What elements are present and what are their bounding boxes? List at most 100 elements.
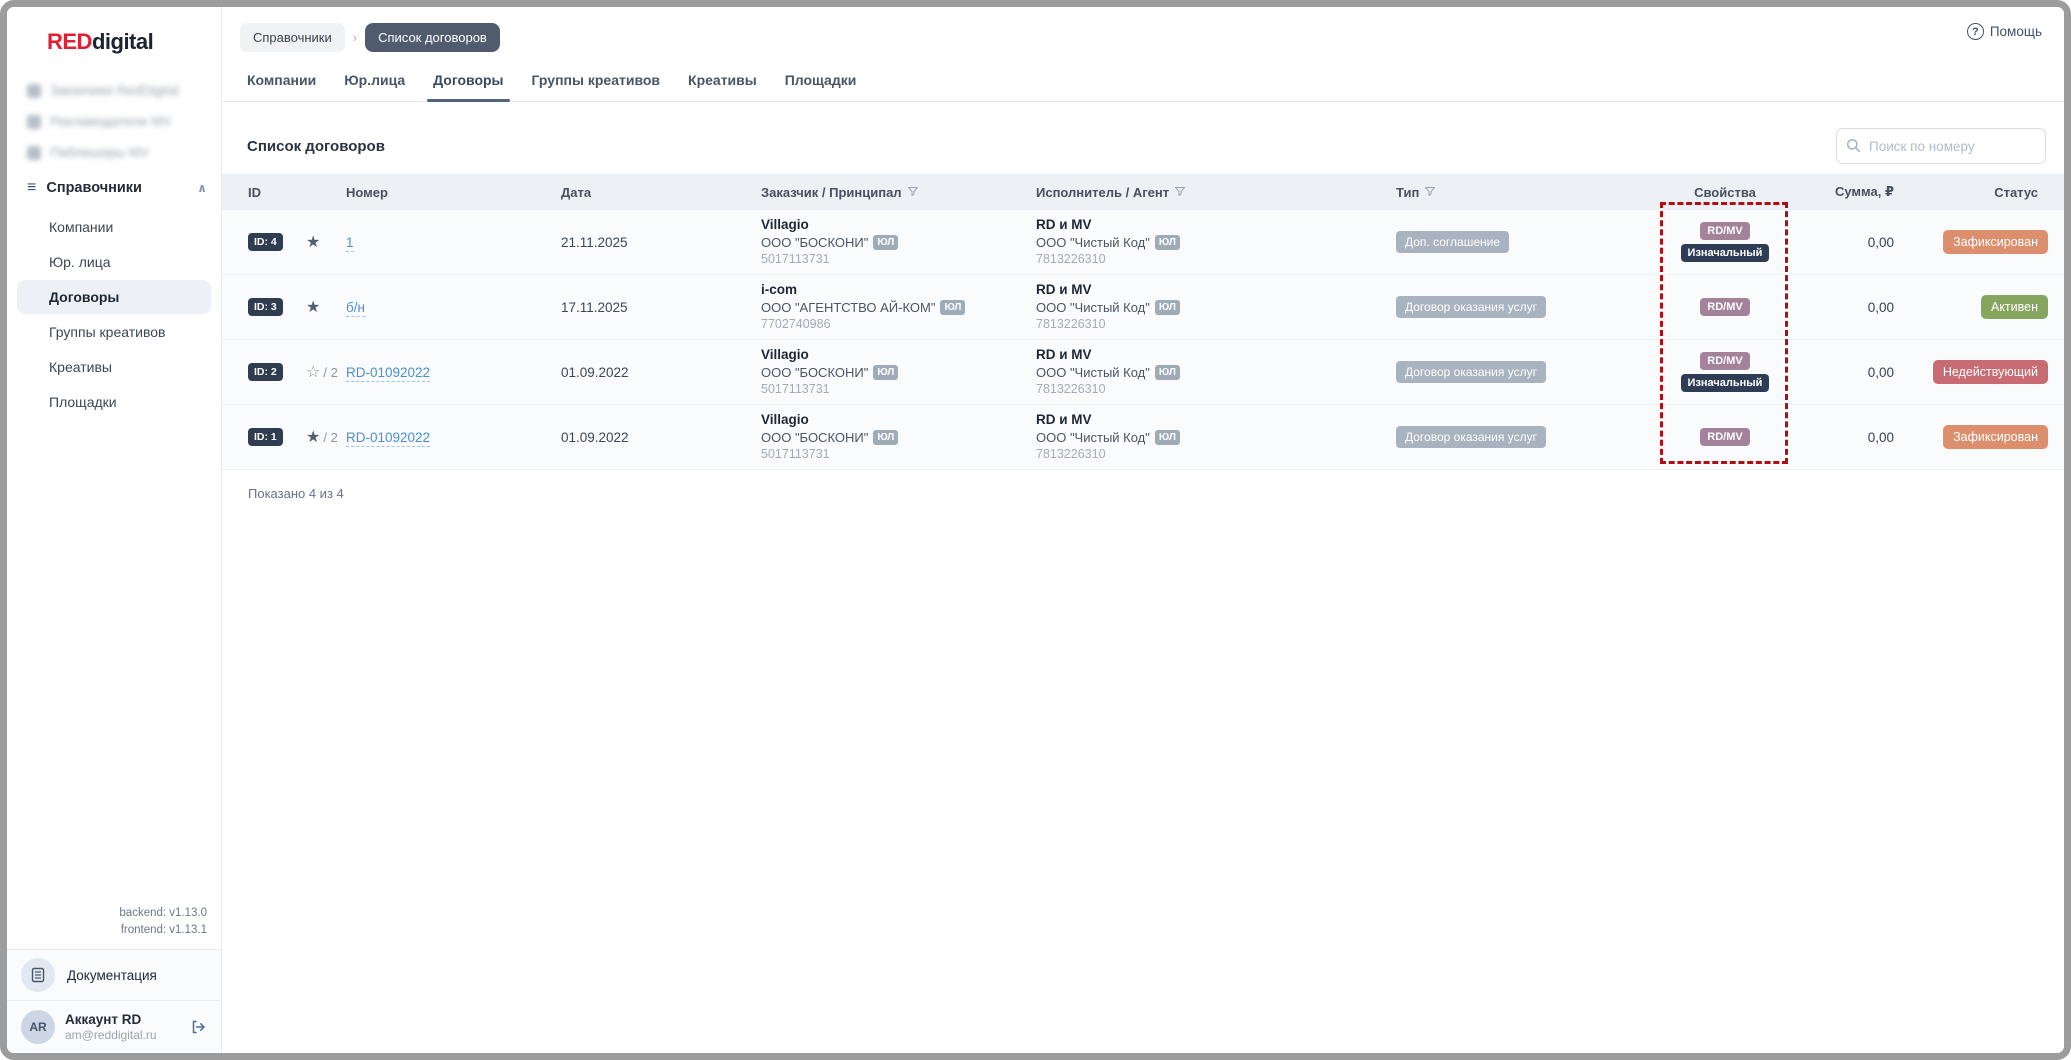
sidebar-item-blurred[interactable]: Заказчики RedDigital (7, 75, 221, 106)
cell-star: ★ (306, 232, 346, 252)
status-badge: Зафиксирован (1943, 230, 2048, 254)
legal-entity-tag: ЮЛ (940, 299, 966, 316)
version-line: backend: v1.13.0 (119, 906, 207, 919)
cell-id: ID: 2 (248, 363, 306, 381)
sidebar-item-креативы[interactable]: Креативы (17, 350, 211, 384)
table-row[interactable]: ID: 4 ★ 1 21.11.2025 Villagio ООО "БОСКОНИ" ЮЛ… (222, 210, 2064, 275)
star-outline-icon[interactable]: ☆ (306, 362, 320, 382)
search-box (1836, 128, 2046, 164)
party-inn: 7813226310 (1036, 317, 1106, 332)
cell-sum: 0,00 (1867, 364, 1894, 380)
tab-креативы[interactable]: Креативы (688, 72, 757, 101)
chevron-up-icon[interactable]: ∧ (197, 181, 207, 195)
breadcrumb-item[interactable]: Список договоров (365, 23, 500, 52)
cell-customer: Villagio ООО "БОСКОНИ" ЮЛ 5017113731 (761, 346, 1036, 399)
tabs-bar: Компании Юр.лица Договоры Группы креативов К… (222, 52, 2064, 102)
column-header-label: Исполнитель / Агент (1036, 184, 1170, 200)
column-header-label: Заказчик / Принципал (761, 184, 902, 200)
account-row[interactable]: AR Аккаунт RD am@reddigital.ru (7, 1000, 221, 1053)
cell-type: Доп. соглашение (1396, 231, 1660, 253)
version-line: frontend: v1.13.1 (120, 923, 207, 936)
sidebar-item-группы-креативов[interactable]: Группы креативов (17, 315, 211, 349)
cell-number: RD-01092022 (346, 429, 561, 447)
property-badge: RD/MV (1700, 222, 1750, 240)
breadcrumb: Справочники › Список договоров (240, 23, 500, 52)
sidebar-item-label: Заказчики RedDigital (50, 83, 180, 98)
list-head: Список договоров (222, 102, 2064, 174)
column-header-status: Статус (1900, 185, 2048, 200)
contract-type-badge: Договор оказания услуг (1396, 426, 1546, 448)
sidebar-section-spravochniki[interactable]: ≡ Справочники ∧ (7, 168, 221, 208)
contract-type-badge: Доп. соглашение (1396, 231, 1510, 253)
star-filled-icon[interactable]: ★ (306, 232, 320, 252)
tab-группы-креативов[interactable]: Группы креативов (532, 72, 661, 101)
property-badge: Изначальный (1680, 374, 1770, 392)
contract-type-badge: Договор оказания услуг (1396, 361, 1546, 383)
sidebar-item-юр-лица[interactable]: Юр. лица (17, 245, 211, 279)
party-inn: 7813226310 (1036, 382, 1106, 397)
sidebar-item-label: Паблишеры MV (50, 145, 150, 160)
filter-icon[interactable] (1174, 185, 1186, 200)
sidebar-item-договоры[interactable]: Договоры (17, 280, 211, 314)
table-row[interactable]: ID: 1 ★/ 2 RD-01092022 01.09.2022 Villagio ОО… (222, 405, 2064, 470)
filter-icon[interactable] (1424, 185, 1436, 200)
cell-executor: RD и MV ООО "Чистый Код" ЮЛ 7813226310 (1036, 411, 1396, 464)
sidebar-item-blurred[interactable]: Рекламодатели MV (7, 106, 221, 137)
contract-number-link[interactable]: RD-01092022 (346, 429, 431, 447)
cell-number: б/н (346, 299, 561, 317)
table-row[interactable]: ID: 3 ★ б/н 17.11.2025 i-com ООО "АГЕНТСТВО А… (222, 275, 2064, 340)
list-icon: ≡ (27, 179, 37, 196)
star-count: / 2 (323, 429, 338, 445)
cell-executor: RD и MV ООО "Чистый Код" ЮЛ 7813226310 (1036, 346, 1396, 399)
tab-юр-лица[interactable]: Юр.лица (344, 72, 405, 101)
cell-props: RD/MV Изначальный (1660, 222, 1790, 262)
column-header-id: ID (248, 184, 261, 200)
party-name: RD и MV (1036, 281, 1092, 297)
logout-icon[interactable] (189, 1018, 207, 1036)
id-badge: ID: 4 (248, 233, 283, 251)
party-name: RD и MV (1036, 216, 1092, 232)
help-button[interactable]: ? Помощь (1966, 23, 2042, 40)
contract-number-link[interactable]: 1 (346, 234, 354, 252)
cell-number: 1 (346, 234, 561, 252)
column-header-label: Свойства (1694, 184, 1756, 200)
document-icon (21, 958, 55, 992)
table-row[interactable]: ID: 2 ☆/ 2 RD-01092022 01.09.2022 Villagio ОО… (222, 340, 2064, 405)
star-filled-icon[interactable]: ★ (306, 297, 320, 317)
documentation-link[interactable]: Документация (7, 949, 221, 1000)
party-inn: 5017113731 (761, 382, 830, 397)
app-window: REDdigital Заказчики RedDigital Рекламода… (0, 0, 2071, 1060)
sidebar-item-площадки[interactable]: Площадки (17, 385, 211, 419)
tab-площадки[interactable]: Площадки (785, 72, 857, 101)
party-inn: 7702740986 (761, 317, 831, 332)
party-inn: 5017113731 (761, 447, 830, 462)
cell-status: Зафиксирован (1900, 425, 2048, 449)
blurred-item-icon (27, 114, 41, 129)
sidebar-section-label: Справочники (46, 180, 142, 196)
sidebar-item-компании[interactable]: Компании (17, 210, 211, 244)
cell-customer: i-com ООО "АГЕНТСТВО АЙ-КОМ" ЮЛ 7702740986 (761, 281, 1036, 334)
filter-icon[interactable] (907, 185, 919, 200)
column-header-label: Номер (346, 184, 388, 200)
party-name: i-com (761, 281, 798, 297)
version-info: backend: v1.13.0 frontend: v1.13.1 (7, 905, 221, 950)
sidebar-item-blurred[interactable]: Паблишеры MV (7, 137, 221, 168)
breadcrumb-item[interactable]: Справочники (240, 23, 345, 52)
party-inn: 7813226310 (1036, 447, 1106, 462)
table-body: ID: 4 ★ 1 21.11.2025 Villagio ООО "БОСКОНИ" ЮЛ… (222, 210, 2064, 470)
logo-digital: digital (91, 29, 154, 54)
tab-компании[interactable]: Компании (247, 72, 316, 101)
column-header-number: Номер (346, 185, 561, 200)
party-org-name: ООО "Чистый Код" (1036, 364, 1150, 380)
cell-type: Договор оказания услуг (1396, 426, 1660, 448)
contract-number-link[interactable]: RD-01092022 (346, 364, 431, 382)
cell-sum: 0,00 (1867, 299, 1894, 315)
tab-договоры[interactable]: Договоры (427, 72, 510, 102)
party-org-name: ООО "БОСКОНИ" (761, 364, 869, 380)
legal-entity-tag: ЮЛ (1154, 234, 1180, 251)
column-header-sum: Сумма, ₽ (1790, 184, 1900, 200)
star-filled-icon[interactable]: ★ (306, 427, 320, 447)
party-org: ООО "Чистый Код" ЮЛ (1036, 429, 1396, 447)
search-input[interactable] (1836, 128, 2046, 164)
contract-number-link[interactable]: б/н (346, 299, 365, 317)
